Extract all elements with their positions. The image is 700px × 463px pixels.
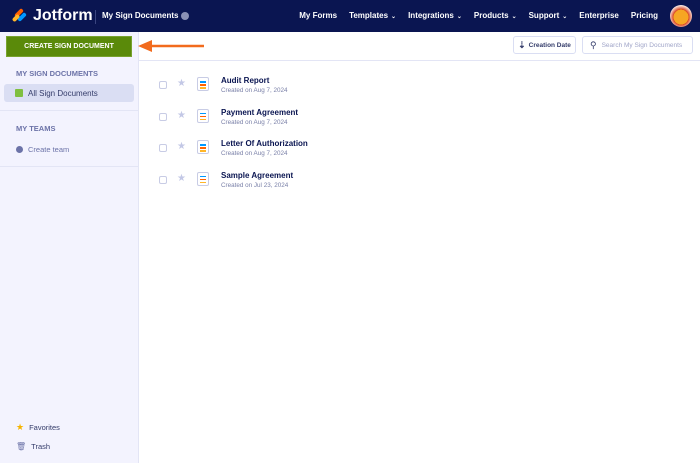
document-title[interactable]: Sample Agreement	[221, 171, 293, 180]
star-icon[interactable]: ★	[177, 78, 186, 89]
section-my-sign-documents: MY SIGN DOCUMENTS	[16, 69, 98, 78]
list-item[interactable]: ★ Sample Agreement Created on Jul 23, 2024	[159, 171, 459, 195]
list-item[interactable]: ★ Payment Agreement Created on Aug 7, 2024	[159, 108, 459, 132]
sort-label: Creation Date	[528, 41, 571, 49]
section-my-teams: MY TEAMS	[16, 124, 56, 133]
search-icon: ⚲	[590, 39, 597, 50]
star-icon: ★	[16, 422, 25, 432]
checkbox[interactable]	[159, 112, 167, 121]
checkbox[interactable]	[159, 144, 167, 152]
chevron-down-icon	[181, 11, 190, 20]
sidebar-item-all-sign-documents[interactable]: All Sign Documents	[4, 84, 134, 102]
document-icon	[15, 89, 23, 97]
nav-label: Enterprise	[579, 11, 619, 20]
nav-item[interactable]: Enterprise	[579, 11, 619, 20]
sidebar-item-favorites[interactable]: ★ Favorites	[16, 422, 60, 433]
nav-item[interactable]: My Forms	[299, 11, 337, 20]
nav-label: Integrations	[408, 11, 454, 20]
create-team-label: Create team	[28, 145, 70, 154]
divider	[139, 60, 700, 61]
logo-text: Jotform	[33, 7, 93, 24]
document-created: Created on Aug 7, 2024	[221, 87, 288, 94]
divider	[95, 10, 96, 24]
document-icon	[197, 77, 209, 91]
create-team-button[interactable]: Create team	[16, 145, 69, 154]
main-nav: My Forms Templates ⌄ Integrations ⌄ Products ⌄…	[299, 11, 658, 20]
star-icon[interactable]: ★	[177, 110, 186, 121]
document-title[interactable]: Audit Report	[221, 76, 269, 85]
nav-item[interactable]: Pricing	[631, 11, 658, 20]
document-title[interactable]: Payment Agreement	[221, 108, 298, 117]
plus-icon	[16, 146, 23, 153]
jotform-logo[interactable]: Jotform	[10, 7, 93, 25]
sort-icon: ⇣	[518, 39, 526, 50]
list-item[interactable]: ★ Audit Report Created on Aug 7, 2024	[159, 76, 459, 100]
search-input[interactable]: ⚲ Search My Sign Documents	[582, 36, 693, 54]
nav-item[interactable]: Templates ⌄	[349, 11, 396, 20]
jotform-logo-icon	[12, 8, 27, 22]
document-title[interactable]: Letter Of Authorization	[221, 139, 308, 148]
checkbox[interactable]	[159, 175, 167, 184]
sidebar-item-label: All Sign Documents	[28, 88, 98, 98]
star-icon[interactable]: ★	[177, 141, 186, 152]
sort-button[interactable]: ⇣ Creation Date	[513, 36, 576, 54]
create-sign-document-button[interactable]: CREATE SIGN DOCUMENT	[6, 36, 132, 57]
nav-label: Pricing	[630, 11, 658, 20]
trash-icon: 🗑	[16, 442, 27, 451]
nav-item[interactable]: Integrations ⌄	[408, 11, 462, 20]
nav-item[interactable]: Products ⌄	[474, 11, 517, 20]
document-icon	[197, 171, 209, 186]
favorites-label: Favorites	[29, 423, 60, 432]
breadcrumb-label: My Sign Documents	[102, 11, 179, 20]
divider	[0, 110, 139, 111]
document-created: Created on Aug 7, 2024	[221, 150, 288, 157]
avatar[interactable]	[670, 5, 692, 27]
list-item[interactable]: ★ Letter Of Authorization Created on Aug 7…	[159, 139, 459, 163]
nav-label: Templates	[349, 11, 389, 20]
divider	[0, 166, 139, 167]
nav-label: Support	[528, 11, 560, 20]
chevron-down-icon: ⌄	[562, 14, 568, 20]
document-icon	[197, 108, 209, 123]
chevron-down-icon: ⌄	[391, 14, 397, 20]
document-created: Created on Aug 7, 2024	[221, 118, 288, 126]
nav-label: My Forms	[299, 11, 338, 20]
chevron-down-icon: ⌄	[511, 14, 517, 20]
star-icon[interactable]: ★	[177, 173, 186, 184]
top-bar: Jotform My Sign Documents My Forms Templa…	[0, 0, 700, 32]
arrow-annotation-icon	[138, 40, 204, 52]
checkbox[interactable]	[159, 81, 167, 89]
nav-item[interactable]: Support ⌄	[529, 11, 568, 20]
chevron-down-icon: ⌄	[456, 14, 462, 20]
document-created: Created on Jul 23, 2024	[221, 181, 289, 189]
trash-label: Trash	[31, 442, 51, 451]
document-icon	[197, 140, 209, 154]
nav-label: Products	[473, 11, 509, 20]
sidebar-item-trash[interactable]: 🗑 Trash	[16, 442, 50, 451]
breadcrumb[interactable]: My Sign Documents	[102, 11, 190, 20]
search-placeholder: Search My Sign Documents	[601, 41, 683, 49]
